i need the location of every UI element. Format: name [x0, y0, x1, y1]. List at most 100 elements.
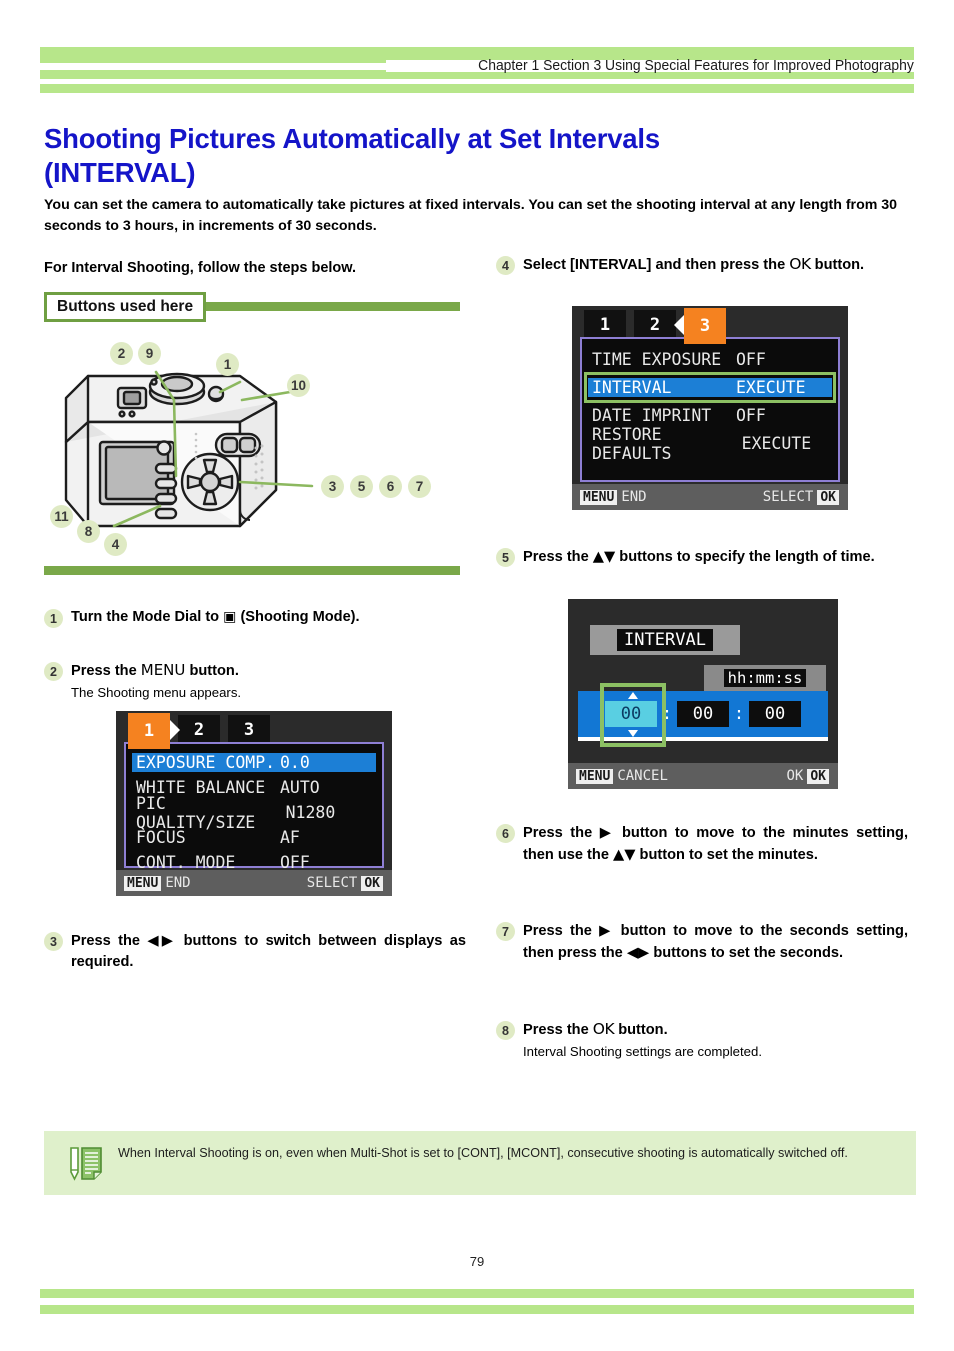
tab-1[interactable]: 1: [584, 310, 626, 340]
menu-row-1-name: INTERVAL: [588, 378, 736, 397]
leadin-paragraph: For Interval Shooting, follow the steps …: [44, 259, 357, 276]
buttons-used-here-section: Buttons used here: [44, 292, 460, 322]
lcd2-tab-row: 1 2 3: [572, 306, 848, 344]
menu-row-focus[interactable]: FOCUS AF: [132, 825, 376, 850]
page-title-line2: (INTERVAL): [44, 157, 196, 189]
step-5-badge: 5: [496, 548, 515, 567]
footer-bar-top: [40, 1289, 914, 1298]
tab-chevron-icon: [170, 720, 180, 740]
lcd1-status-left-label: END: [165, 875, 191, 891]
step-1-badge: 1: [44, 609, 63, 628]
up-down-arrows-icon: ▲▼: [613, 846, 636, 863]
lcd1-status-bar: MENU END SELECT OK: [116, 870, 392, 896]
lcd-interval-setting: INTERVAL hh:mm:ss 00 : 00 : 00 MENU CANCE…: [568, 599, 838, 789]
callout-8: 8: [77, 520, 100, 543]
step-4-text-a: Select [INTERVAL] and then press the: [523, 257, 790, 273]
menu-key-badge: MENU: [124, 875, 162, 891]
camera-mode-icon: ▣: [223, 609, 237, 625]
header-bar-bottom: [40, 84, 914, 93]
step-2: 2 Press the MENU button. The Shooting me…: [44, 660, 464, 702]
step-2-badge: 2: [44, 662, 63, 681]
lcd2-status-left-label: END: [621, 489, 647, 505]
note-box: When Interval Shooting is on, even when …: [44, 1131, 916, 1195]
tab-3[interactable]: 3: [684, 308, 726, 344]
footer-bar-bottom: [40, 1305, 914, 1314]
menu-row-2-value: OFF: [736, 406, 766, 425]
step-6: 6 Press the ▶ button to move to the minu…: [496, 822, 908, 866]
up-down-arrows-icon: ▲▼: [592, 548, 616, 565]
right-arrow-icon: ▶: [599, 824, 615, 841]
tab-2[interactable]: 2: [634, 310, 676, 340]
lcd1-status-right: SELECT OK: [307, 875, 387, 891]
menu-row-1-value: EXECUTE: [736, 378, 832, 397]
camera-drawing-svg: [64, 370, 314, 528]
interval-separator-2: :: [733, 704, 745, 724]
note-text: When Interval Shooting is on, even when …: [118, 1146, 848, 1160]
interval-minutes-field[interactable]: 00: [677, 701, 729, 727]
step-6-text-a: Press the: [523, 825, 600, 841]
menu-row-restore-defaults[interactable]: RESTORE DEFAULTS EXECUTE: [588, 425, 832, 463]
menu-button-icon: MENU: [140, 661, 186, 679]
menu-row-exposure-comp[interactable]: EXPOSURE COMP. 0.0: [132, 750, 376, 775]
tab-3[interactable]: 3: [228, 715, 270, 745]
step-6-badge: 6: [496, 824, 515, 843]
step-3: 3 Press the ◀▶ buttons to switch between…: [44, 930, 466, 973]
callout-5: 5: [350, 475, 373, 498]
lcd3-status-bar: MENU CANCEL OK OK: [568, 763, 838, 789]
ok-key-badge: OK: [361, 875, 383, 891]
menu-row-time-exposure[interactable]: TIME EXPOSURE OFF: [588, 347, 832, 372]
step-7: 7 Press the ▶ button to move to the seco…: [496, 920, 908, 964]
lcd-setup-menu: 1 2 3 TIME EXPOSURE OFF INTERVAL EXECUTE D…: [572, 306, 848, 510]
callout-1: 1: [216, 353, 239, 376]
ok-key-badge: OK: [817, 489, 839, 505]
callout-9: 9: [138, 342, 161, 365]
menu-row-2-name: DATE IMPRINT: [592, 406, 712, 425]
lcd3-status-left: MENU CANCEL: [572, 768, 668, 784]
callout-2: 2: [110, 342, 133, 365]
step-2-heading: Press the MENU button.: [71, 660, 464, 682]
menu-row-interval[interactable]: INTERVAL EXECUTE: [588, 375, 832, 400]
tab-1[interactable]: 1: [128, 713, 170, 749]
note-memo-icon: [70, 1147, 102, 1181]
callout-4: 4: [104, 533, 127, 556]
step-7-text-a: Press the: [523, 923, 600, 939]
step-2-subtext: The Shooting menu appears.: [71, 685, 242, 700]
lcd2-status-bar: MENU END SELECT OK: [572, 484, 848, 510]
right-arrow-icon: ▶: [599, 922, 614, 939]
manual-page: Chapter 1 Section 3 Using Special Featur…: [0, 0, 954, 1351]
menu-row-3-value: AF: [280, 828, 300, 847]
step-3-heading: Press the ◀▶ buttons to switch between d…: [71, 930, 466, 973]
lcd2-status-left: MENU END: [576, 489, 647, 505]
interval-fields: 00 : 00 : 00: [578, 691, 828, 737]
step-1-heading: Turn the Mode Dial to ▣ (Shooting Mode).: [71, 607, 464, 628]
menu-row-0-value: 0.0: [280, 753, 376, 772]
step-1-text-b: (Shooting Mode).: [236, 609, 360, 625]
ok-key-badge: OK: [807, 768, 829, 784]
menu-row-pic-quality[interactable]: PIC QUALITY/SIZE N1280: [132, 794, 376, 832]
tab-2[interactable]: 2: [178, 715, 220, 745]
step-8-heading: Press the OK button.: [523, 1019, 908, 1041]
camera-section-rule: [44, 566, 460, 575]
step-6-heading: Press the ▶ button to move to the minute…: [523, 822, 908, 866]
buttons-used-here-label: Buttons used here: [44, 292, 207, 322]
step-8-text-b: button.: [614, 1022, 668, 1038]
step-4-text-b: button.: [810, 257, 865, 273]
lcd1-tab-row: 1 2 3: [116, 711, 392, 749]
menu-row-3-name: RESTORE DEFAULTS: [592, 424, 672, 463]
step-2-text-b: button.: [185, 663, 239, 679]
callout-3: 3: [321, 475, 344, 498]
lcd2-status-right: SELECT OK: [763, 489, 843, 505]
camera-illustration: 2 9 1 10 3 5 6 7 11 8 4: [44, 330, 464, 560]
interval-seconds-field[interactable]: 00: [749, 701, 801, 727]
interval-title-text: INTERVAL: [617, 629, 713, 651]
step-2-text-a: Press the: [71, 663, 141, 679]
callout-6: 6: [379, 475, 402, 498]
step-1: 1 Turn the Mode Dial to ▣ (Shooting Mode…: [44, 607, 464, 628]
left-right-arrows-icon: ◀▶: [147, 932, 177, 949]
interval-hours-field[interactable]: 00: [605, 701, 657, 727]
lcd-shooting-menu: 1 2 3 EXPOSURE COMP. 0.0 WHITE BALANCE AUT…: [116, 711, 392, 896]
lcd1-panel: EXPOSURE COMP. 0.0 WHITE BALANCE AUTO PIC …: [124, 742, 384, 872]
callout-7: 7: [408, 475, 431, 498]
menu-row-0-value: OFF: [736, 350, 766, 369]
step-3-text-a: Press the: [71, 933, 148, 949]
